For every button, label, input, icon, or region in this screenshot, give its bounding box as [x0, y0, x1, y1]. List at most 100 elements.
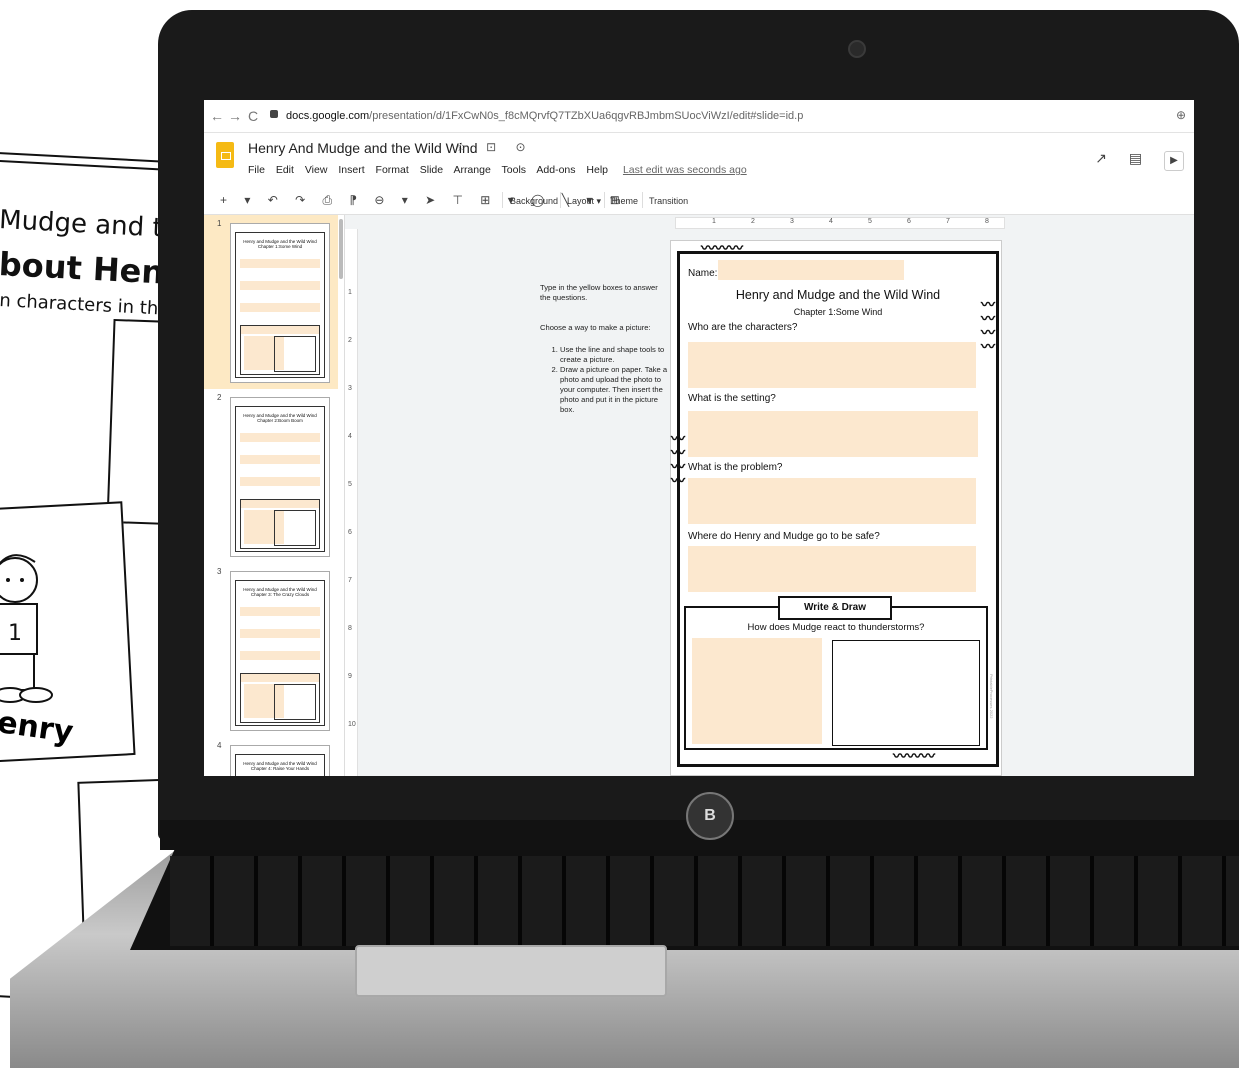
star-move-cloud-icons[interactable]: ☆ ⊡ ⊙ — [456, 140, 534, 154]
thumb-answer-box — [240, 455, 320, 464]
slide-number: 4 — [217, 741, 222, 750]
toolbar-tool-icons[interactable]: + ▾ ↶ ↷ ⎙ ⁋ ⊖ ▾ ➤ ⊤ ⊞ ▾ ◯ ╲ ▾ ⊞ — [220, 193, 627, 208]
zoom-icon[interactable]: ⊕ — [1176, 108, 1186, 122]
thumbnail: Henry and Mudge and the Wild Wind Chapter… — [230, 397, 330, 557]
background-button[interactable]: Background — [510, 196, 558, 206]
ruler-mark: 4 — [829, 218, 833, 225]
worksheet-frame: Name: Henry and Mudge and the Wild Wind … — [677, 251, 999, 767]
ruler-mark: 2 — [751, 218, 755, 225]
answer-box-setting[interactable] — [688, 411, 978, 457]
thumb-answer-box — [240, 303, 320, 312]
activity-icon[interactable]: ↗ — [1095, 150, 1107, 166]
draw-question: How does Mudge react to thunderstorms? — [747, 622, 925, 633]
instructions-text[interactable]: Type in the yellow boxes to answer the q… — [540, 283, 670, 415]
brand-logo: B — [686, 792, 734, 840]
picture-box[interactable] — [832, 640, 980, 746]
thumb-answer-box — [240, 433, 320, 442]
thumbnail: Henry and Mudge and the Wild Wind Chapter… — [230, 223, 330, 383]
toolbar-divider — [502, 192, 503, 208]
touchpad — [355, 945, 667, 997]
presentation-title[interactable]: Henry And Mudge and the Wild Wind — [248, 140, 478, 156]
horizontal-ruler: 1 2 3 4 5 6 7 8 — [675, 217, 1005, 229]
reload-icon[interactable]: C — [248, 108, 258, 124]
thumb-title: Henry and Mudge and the Wild Wind Chapter… — [236, 761, 324, 771]
menu-arrange[interactable]: Arrange — [453, 164, 490, 176]
comments-icon[interactable]: ▤ — [1129, 150, 1142, 166]
thumb-title: Henry and Mudge and the Wild Wind Chapter… — [236, 587, 324, 597]
menu-help[interactable]: Help — [586, 164, 608, 176]
slide-thumbnail-2[interactable]: 2 Henry and Mudge and the Wild Wind Chapt… — [204, 389, 338, 563]
thumb-answer-box — [240, 651, 320, 660]
name-label: Name: — [688, 268, 718, 279]
boy-illustration: 1 — [0, 554, 53, 703]
thumb-draw-box — [240, 325, 320, 375]
keyboard-keys — [170, 856, 1239, 946]
back-icon[interactable]: ← — [210, 108, 224, 124]
thumb-answer-box — [240, 259, 320, 268]
vertical-ruler: 1 2 3 4 5 6 7 8 9 10 — [345, 229, 358, 776]
filmstrip-scrollbar[interactable] — [339, 219, 343, 279]
layout-button[interactable]: Layout ▾ — [567, 196, 601, 207]
ruler-mark: 7 — [348, 577, 352, 584]
slide-thumbnail-4[interactable]: 4 Henry and Mudge and the Wild Wind Chapt… — [204, 737, 338, 776]
present-icon[interactable]: ▶ — [1164, 151, 1184, 171]
menu-slide[interactable]: Slide — [420, 164, 443, 176]
ruler-mark: 3 — [790, 218, 794, 225]
toolbar-divider — [604, 192, 605, 208]
toolbar-divider — [560, 192, 561, 208]
worksheet-subtitle: Chapter 1:Some Wind — [793, 307, 883, 317]
forward-icon[interactable]: → — [228, 108, 242, 124]
ruler-mark: 4 — [348, 433, 352, 440]
ruler-mark: 7 — [946, 218, 950, 225]
url-host: docs.google.com — [286, 110, 370, 122]
svg-text:1: 1 — [8, 621, 22, 646]
thumb-draw-box — [240, 499, 320, 549]
instruction-item: Draw a picture on paper. Take a photo an… — [560, 365, 670, 415]
worksheet-title: Henry and Mudge and the Wild Wind — [735, 288, 941, 302]
answer-box-characters[interactable] — [688, 342, 976, 388]
write-draw-section: How does Mudge react to thunderstorms? — [684, 606, 988, 750]
slide-thumbnail-1[interactable]: 1 Henry and Mudge and the Wild Wind Chapt… — [204, 215, 338, 389]
write-draw-label: Write & Draw — [778, 596, 892, 620]
last-edit-link[interactable]: Last edit was seconds ago — [623, 164, 747, 176]
ruler-mark: 9 — [348, 673, 352, 680]
menu-edit[interactable]: Edit — [276, 164, 294, 176]
lock-icon — [270, 110, 278, 118]
thumb-answer-box — [240, 607, 320, 616]
question-safe-place: Where do Henry and Mudge go to be safe? — [688, 531, 880, 542]
toolbar-divider — [642, 192, 643, 208]
url-text[interactable]: docs.google.com/presentation/d/1FxCwN0s_… — [286, 110, 803, 122]
thumb-answer-box — [240, 477, 320, 486]
slide-thumbnail-3[interactable]: 3 Henry and Mudge and the Wild Wind Chapt… — [204, 563, 338, 737]
name-input-box[interactable] — [718, 260, 904, 280]
instruction-2: Choose a way to make a picture: — [540, 323, 651, 332]
url-path: /presentation/d/1FxCwN0s_f8cMQrvfQ7TZbXU… — [369, 110, 804, 122]
instruction-1: Type in the yellow boxes to answer the q… — [540, 283, 658, 302]
slide-canvas[interactable]: 1 2 3 4 5 6 7 8 1 2 3 4 5 6 7 8 9 10 Typ… — [345, 215, 1194, 776]
menu-addons[interactable]: Add-ons — [536, 164, 575, 176]
answer-box-problem[interactable] — [688, 478, 976, 524]
answer-box-safe-place[interactable] — [688, 546, 976, 592]
editing-toolbar: + ▾ ↶ ↷ ⎙ ⁋ ⊖ ▾ ➤ ⊤ ⊞ ▾ ◯ ╲ ▾ ⊞ Backgrou… — [204, 188, 1194, 215]
ruler-mark: 3 — [348, 385, 352, 392]
thumbnail: Henry and Mudge and the Wild Wind Chapter… — [230, 745, 330, 776]
slides-logo-icon[interactable] — [216, 142, 234, 168]
write-answer-box[interactable] — [692, 638, 822, 744]
transition-button[interactable]: Transition — [649, 196, 688, 206]
browser-address-bar[interactable]: ← → C docs.google.com/presentation/d/1Fx… — [204, 100, 1194, 133]
menu-file[interactable]: File — [248, 164, 265, 176]
menu-view[interactable]: View — [305, 164, 328, 176]
menu-format[interactable]: Format — [376, 164, 409, 176]
instruction-item: Use the line and shape tools to create a… — [560, 345, 670, 365]
thumb-title: Henry and Mudge and the Wild Wind Chapter… — [236, 239, 324, 249]
thumb-sub-text: Chapter 2:Boom Boom — [257, 418, 303, 423]
laptop-screen: ← → C docs.google.com/presentation/d/1Fx… — [204, 100, 1194, 776]
slide-number: 1 — [217, 219, 222, 228]
theme-button[interactable]: Theme — [610, 196, 638, 206]
question-characters: Who are the characters? — [688, 322, 798, 333]
thumb-sub-text: Chapter 1:Some Wind — [257, 244, 303, 249]
menu-tools[interactable]: Tools — [502, 164, 527, 176]
current-slide[interactable]: 〰〰〰 〰〰〰〰 〰〰〰〰 〰〰〰 Name: Henry and Mudge … — [670, 240, 1002, 776]
thumb-sub-text: Chapter 4: Raise Your Hands — [250, 766, 310, 771]
menu-insert[interactable]: Insert — [338, 164, 364, 176]
